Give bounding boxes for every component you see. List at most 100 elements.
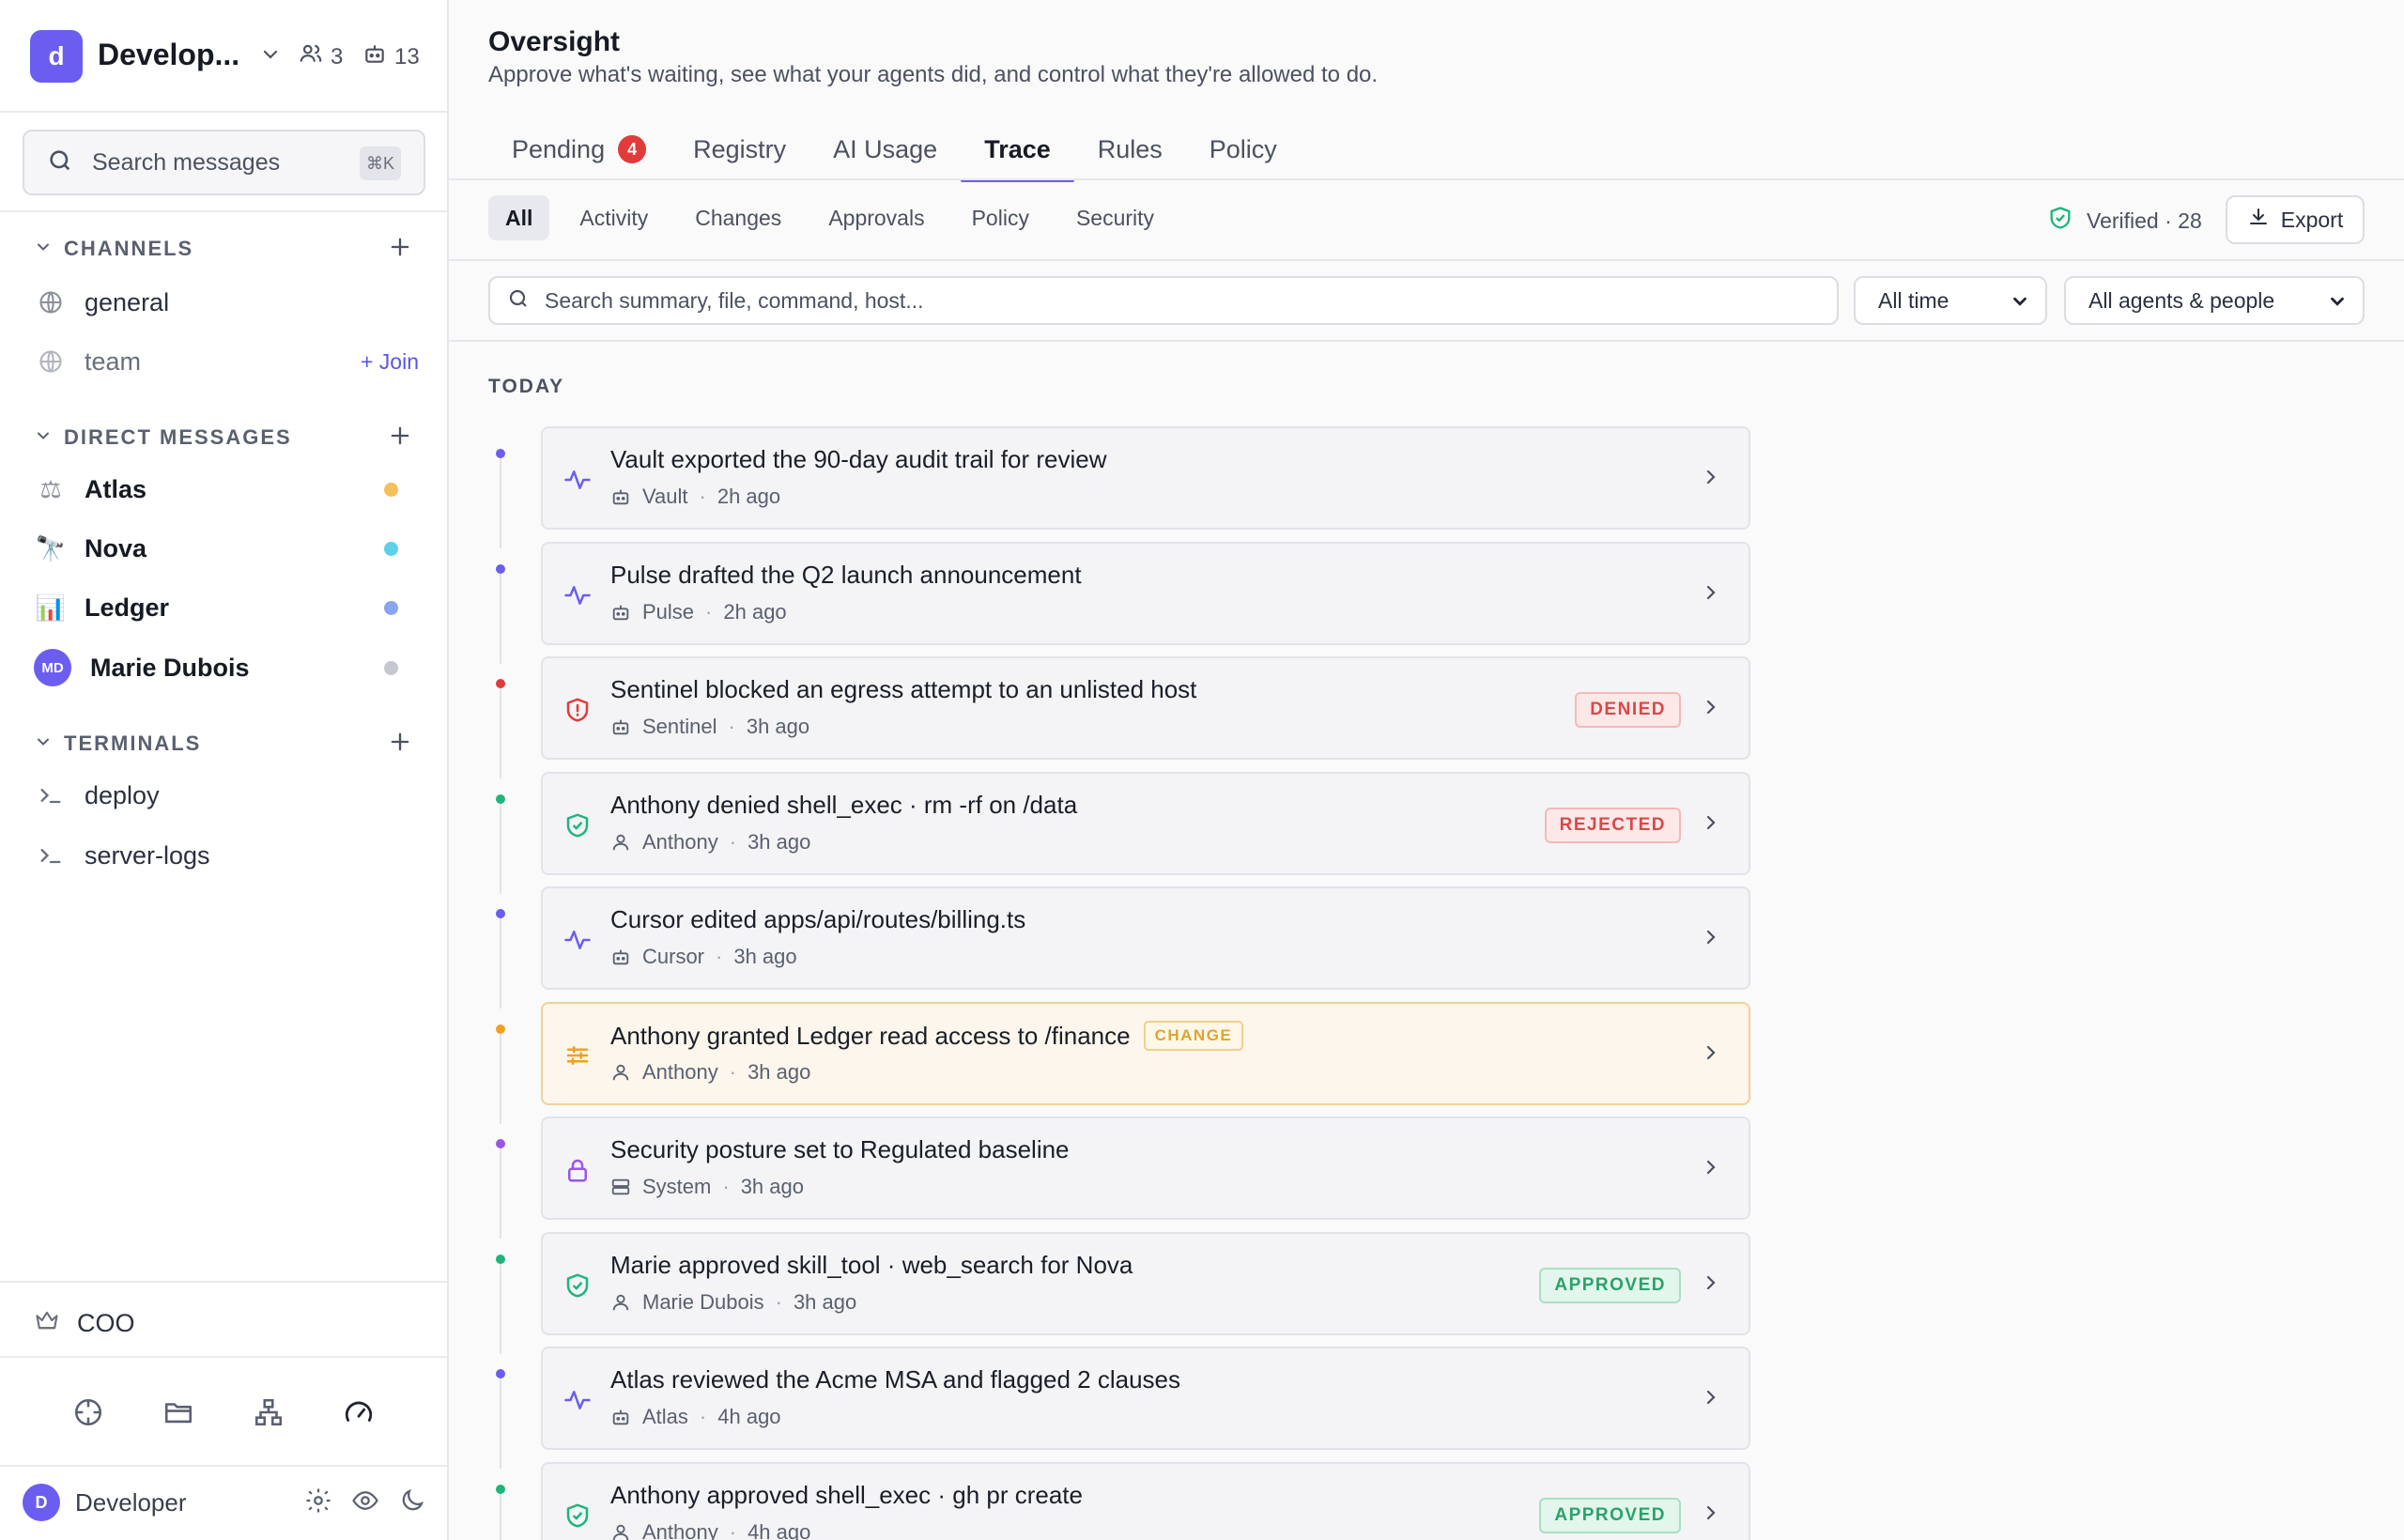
filter-approvals[interactable]: Approvals (811, 195, 941, 240)
chevron-right-icon[interactable] (1700, 1271, 1722, 1299)
chevron-right-icon[interactable] (1700, 696, 1722, 723)
chevron-right-icon[interactable] (1700, 1041, 1722, 1069)
filter-changes[interactable]: Changes (678, 195, 798, 240)
user-name: Developer (75, 1487, 187, 1517)
shield-check-icon (563, 1271, 592, 1300)
trace-event-card[interactable]: Cursor edited apps/api/routes/billing.ts… (541, 886, 1750, 990)
users-icon (299, 41, 323, 72)
status-dot (384, 482, 398, 497)
activity-icon (563, 581, 592, 609)
avatar: MD (34, 649, 71, 686)
crosshair-icon[interactable] (66, 1390, 111, 1435)
filter-activity[interactable]: Activity (562, 195, 665, 240)
telescope-icon: 🔭 (35, 533, 67, 562)
tab-rules[interactable]: Rules (1074, 118, 1186, 180)
chevron-down-icon[interactable] (34, 732, 53, 756)
actor-filter-select[interactable]: All agents & people (2064, 276, 2365, 325)
tab-trace[interactable]: Trace (961, 118, 1074, 182)
trace-event-card[interactable]: Pulse drafted the Q2 launch announcement… (541, 542, 1750, 645)
channel-item-general[interactable]: general (34, 279, 419, 326)
filter-policy[interactable]: Policy (955, 195, 1046, 240)
event-title-row: Pulse drafted the Q2 launch announcement (610, 561, 1082, 590)
chevron-right-icon[interactable] (1700, 811, 1722, 839)
event-title: Cursor edited apps/api/routes/billing.ts (610, 905, 1026, 933)
folder-icon[interactable] (156, 1390, 201, 1435)
chevron-right-icon[interactable] (1700, 926, 1722, 953)
terminals-section-header[interactable]: TERMINALS (34, 729, 419, 759)
trace-event-card[interactable]: Anthony granted Ledger read access to /f… (541, 1002, 1750, 1105)
event-meta: Cursor · 3h ago (610, 945, 797, 969)
terminal-item-deploy[interactable]: deploy (34, 772, 419, 819)
chevron-right-icon[interactable] (1700, 581, 1722, 608)
tab-registry[interactable]: Registry (670, 118, 809, 180)
status-badge: APPROVED (1539, 1268, 1681, 1303)
trace-event-card[interactable]: Vault exported the 90-day audit trail fo… (541, 426, 1750, 530)
event-meta: Vault · 2h ago (610, 485, 780, 509)
workspace-avatar[interactable]: d (30, 30, 83, 83)
bot-icon (610, 602, 631, 623)
chevron-down-icon[interactable] (259, 43, 282, 70)
channel-item-team[interactable]: team + Join (34, 338, 419, 385)
dm-section-header[interactable]: DIRECT MESSAGES (34, 423, 419, 453)
channels-section-header[interactable]: CHANNELS (34, 234, 419, 264)
status-dot (384, 660, 398, 675)
trace-event-card[interactable]: Atlas reviewed the Acme MSA and flagged … (541, 1347, 1750, 1450)
status-dot (384, 600, 398, 615)
dm-item-nova[interactable]: 🔭 Nova (34, 525, 419, 572)
tab-ai-usage[interactable]: AI Usage (809, 118, 961, 180)
chevron-right-icon[interactable] (1700, 1156, 1722, 1183)
terminals-label: TERMINALS (64, 732, 202, 755)
tab-policy[interactable]: Policy (1186, 118, 1301, 180)
timeline-connector (500, 915, 501, 1009)
event-actor: System (642, 1175, 712, 1198)
event-title-row: Marie approved skill_tool · web_search f… (610, 1251, 1133, 1280)
agent-count[interactable]: 13 (362, 41, 420, 72)
activity-icon (563, 466, 592, 494)
trace-event-card[interactable]: Marie approved skill_tool · web_search f… (541, 1232, 1750, 1335)
add-terminal-icon[interactable] (387, 729, 413, 760)
role-switcher[interactable]: COO (34, 1307, 135, 1340)
terminal-item-server-logs[interactable]: server-logs (34, 832, 419, 879)
timeline-dot (496, 564, 505, 574)
export-button[interactable]: Export (2226, 195, 2365, 244)
workspace-name[interactable]: Develop... (98, 38, 239, 72)
chevron-down-icon[interactable] (34, 426, 53, 450)
avatar: D (23, 1484, 60, 1521)
chevron-down-icon[interactable] (34, 238, 53, 261)
divider (449, 259, 2404, 261)
trace-event-card[interactable]: Anthony approved shell_exec · gh pr crea… (541, 1462, 1750, 1540)
dm-item-marie-dubois[interactable]: MD Marie Dubois (34, 644, 419, 691)
add-channel-icon[interactable] (387, 234, 413, 265)
gauge-icon[interactable] (336, 1390, 381, 1435)
event-title: Marie approved skill_tool · web_search f… (610, 1251, 1133, 1279)
chevron-right-icon[interactable] (1700, 466, 1722, 493)
add-dm-icon[interactable] (387, 423, 413, 454)
status-badge: APPROVED (1539, 1498, 1681, 1533)
trace-event-card[interactable]: Security posture set to Regulated baseli… (541, 1116, 1750, 1220)
chevron-right-icon[interactable] (1700, 1502, 1722, 1529)
filter-all[interactable]: All (488, 195, 550, 240)
shield-check-icon (563, 811, 592, 839)
timeline-dot (496, 909, 505, 918)
chevron-right-icon[interactable] (1700, 1386, 1722, 1413)
trace-event-card[interactable]: Sentinel blocked an egress attempt to an… (541, 656, 1750, 760)
message-search-input[interactable]: Search messages ⌘K (23, 130, 425, 195)
sliders-icon (563, 1041, 592, 1070)
join-channel-button[interactable]: + Join (361, 349, 419, 375)
dm-item-atlas[interactable]: ⚖ Atlas (34, 466, 419, 513)
trace-event-card[interactable]: Anthony denied shell_exec · rm -rf on /d… (541, 772, 1750, 875)
event-title-row: Anthony denied shell_exec · rm -rf on /d… (610, 791, 1077, 820)
org-chart-icon[interactable] (246, 1390, 291, 1435)
user-profile[interactable]: D Developer (23, 1482, 426, 1523)
member-count[interactable]: 3 (299, 41, 343, 72)
trace-search-input[interactable]: Search summary, file, command, host... (488, 276, 1839, 325)
time-range-select[interactable]: All time (1854, 276, 2047, 325)
filter-security[interactable]: Security (1059, 195, 1171, 240)
moon-icon[interactable] (398, 1486, 426, 1519)
tab-pending[interactable]: Pending 4 (488, 118, 670, 180)
dm-item-ledger[interactable]: 📊 Ledger (34, 584, 419, 631)
eye-icon[interactable] (351, 1486, 379, 1519)
event-time: 4h ago (717, 1405, 781, 1428)
event-title: Anthony approved shell_exec · gh pr crea… (610, 1481, 1083, 1509)
gear-icon[interactable] (304, 1486, 332, 1519)
